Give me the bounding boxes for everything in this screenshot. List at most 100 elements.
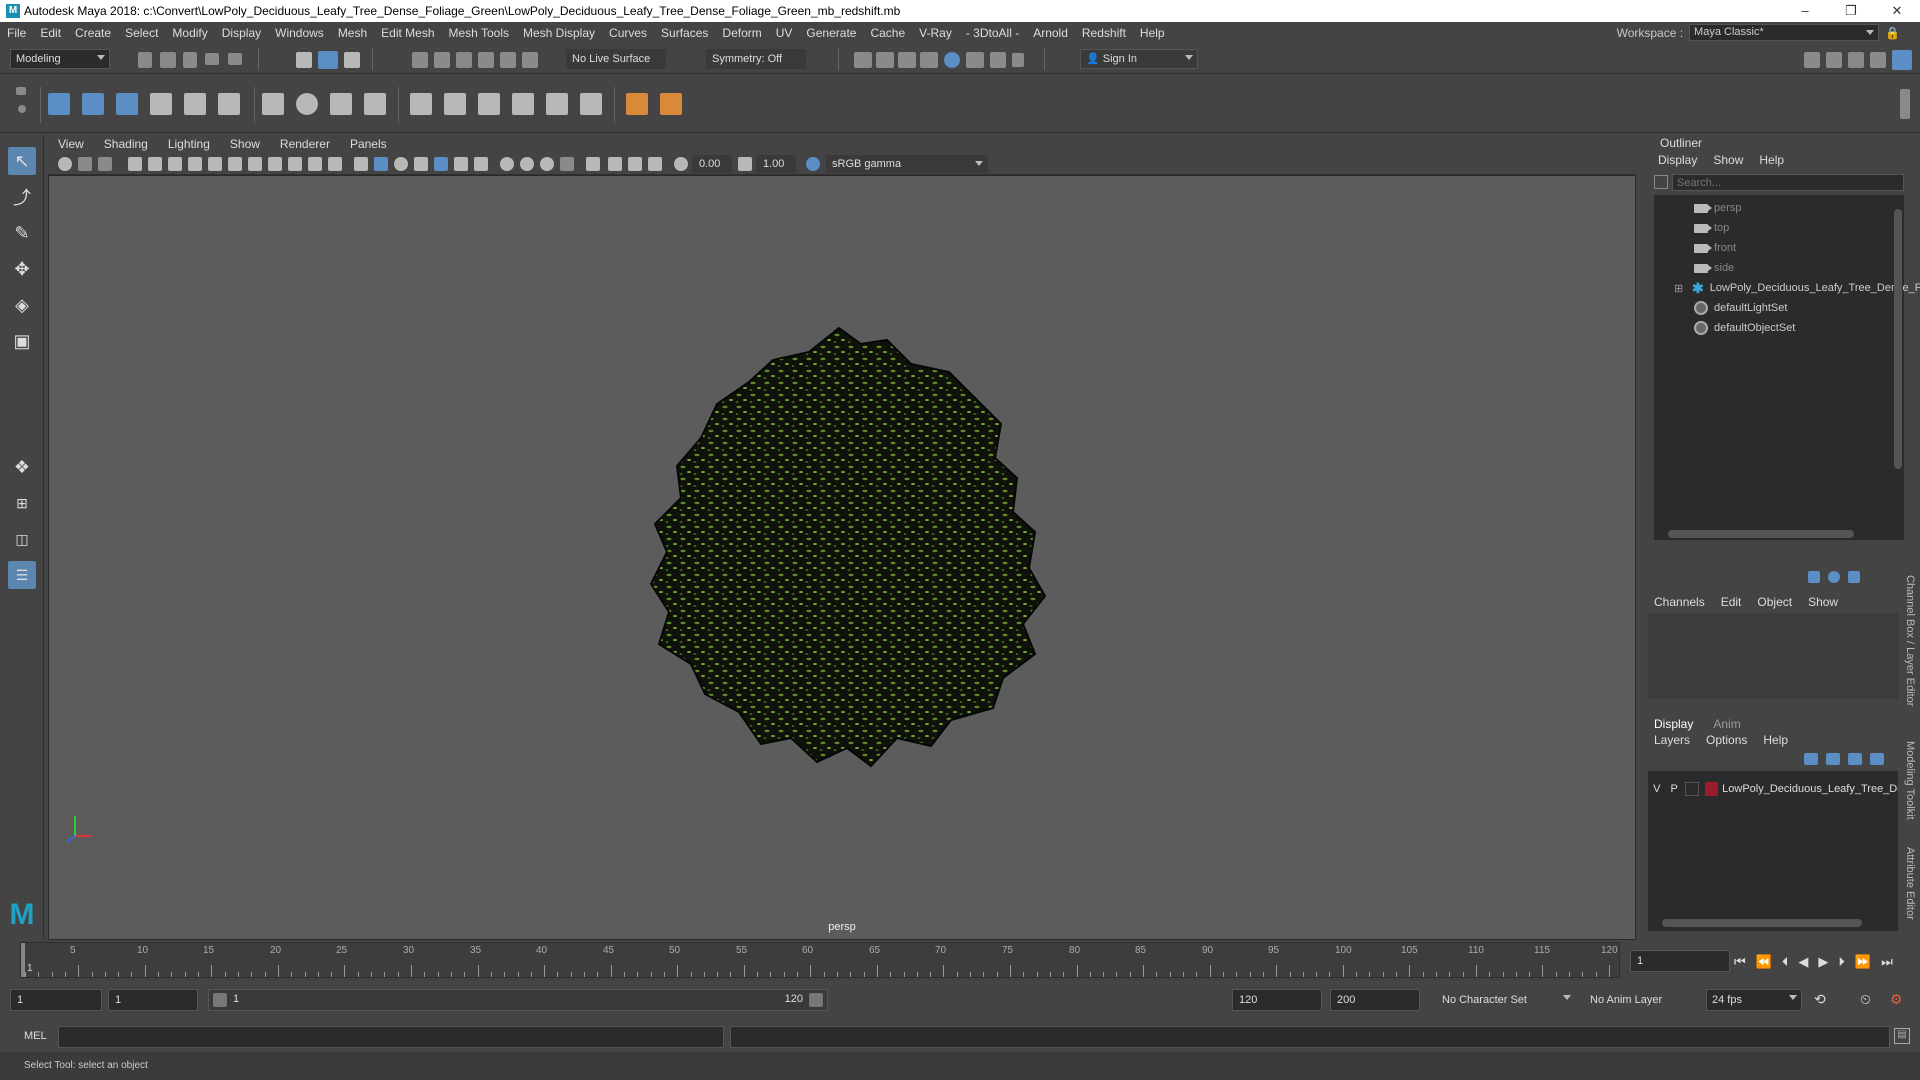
outliner-item-top[interactable]: top [1694,219,1729,237]
command-language-label[interactable]: MEL [24,1030,47,1042]
exposure-field[interactable]: 0.00 [692,155,732,173]
menu-select[interactable]: Select [118,26,165,40]
bookmarks-icon[interactable] [98,157,112,171]
render-frame-icon[interactable] [876,52,894,68]
loop-icon[interactable]: ⟲ [1814,991,1826,1008]
menu-edit-mesh[interactable]: Edit Mesh [374,26,441,40]
snap-surface-icon[interactable] [500,52,516,68]
step-forward-key-icon[interactable]: ⏩ [1855,954,1871,970]
move-layer-down-icon[interactable] [1826,753,1840,765]
paint-select-icon[interactable]: ✎ [8,219,36,247]
viewport-canvas[interactable]: persp [48,175,1636,940]
select-tool-icon[interactable]: ↖ [8,147,36,175]
curve-ep-icon[interactable] [116,93,138,115]
channel-box-sync-icon[interactable] [1848,571,1860,583]
menu-windows[interactable]: Windows [268,26,331,40]
script-editor-icon[interactable]: ▤ [1894,1028,1910,1044]
shelf-tabs-icon[interactable] [16,87,26,95]
layers-menu-options[interactable]: Options [1706,733,1747,747]
symmetry-dropdown[interactable]: Symmetry: Off [706,49,806,69]
outliner-search-input[interactable] [1672,174,1904,191]
viewport-menu-renderer[interactable]: Renderer [270,137,340,151]
layer-horizontal-scrollbar[interactable] [1662,919,1862,927]
menu-create[interactable]: Create [68,26,118,40]
channel-box-toggle-icon[interactable] [1892,50,1912,70]
gamma-field[interactable]: 1.00 [756,155,796,173]
menu-edit[interactable]: Edit [33,26,68,40]
bridge-icon[interactable] [478,93,500,115]
safe-action-icon[interactable] [308,157,322,171]
channelbox-menu-channels[interactable]: Channels [1654,595,1705,609]
light-editor-icon[interactable] [990,52,1006,68]
hypershade-icon[interactable] [944,52,960,68]
layout-outliner-persp-icon[interactable]: ☰ [8,561,36,589]
menu-redshift[interactable]: Redshift [1075,26,1133,40]
new-layer-selected-icon[interactable] [1870,753,1884,765]
ipr-render-icon[interactable] [898,52,916,68]
snap-grid-icon[interactable] [412,52,428,68]
use-all-lights-icon[interactable] [454,157,468,171]
fps-dropdown[interactable]: 24 fps [1706,989,1802,1011]
outliner-horizontal-scrollbar[interactable] [1668,530,1854,538]
tab-anim[interactable]: Anim [1713,717,1740,731]
smooth-bind-icon[interactable] [262,93,284,115]
command-input[interactable] [58,1026,724,1048]
menu-mesh-tools[interactable]: Mesh Tools [442,26,516,40]
tool-settings-icon[interactable] [1870,52,1886,68]
smooth-shade-icon[interactable] [374,157,388,171]
tree-model[interactable] [49,176,1637,941]
textured-icon[interactable] [434,157,448,171]
menu-uv[interactable]: UV [769,26,800,40]
depth-of-field-icon[interactable] [560,157,574,171]
xray-icon[interactable] [608,157,622,171]
step-back-frame-icon[interactable]: ⏴ [1782,954,1789,970]
outliner-item-default-light-set[interactable]: defaultLightSet [1694,299,1787,317]
range-end-handle[interactable] [809,993,823,1007]
insert-edge-loop-icon[interactable] [546,93,568,115]
wireframe-on-shaded-icon[interactable] [414,157,428,171]
character-set-dropdown[interactable]: No Character Set [1436,989,1576,1011]
layers-menu-help[interactable]: Help [1763,733,1788,747]
layout-four-view-icon[interactable]: ⊞ [8,489,36,517]
new-scene-icon[interactable] [138,52,152,68]
attribute-editor-side-tab[interactable]: Attribute Editor [1904,847,1916,920]
menu-display[interactable]: Display [215,26,268,40]
curve-cv-icon[interactable] [82,93,104,115]
rotate-tool-icon[interactable]: ◈ [8,291,36,319]
film-gate-icon[interactable] [228,157,242,171]
xray-active-icon[interactable] [628,157,642,171]
close-button[interactable]: ✕ [1874,0,1920,22]
bevel-icon[interactable] [444,93,466,115]
layer-type-toggle[interactable] [1684,782,1699,796]
undo-icon[interactable] [205,53,219,65]
viewport-menu-show[interactable]: Show [220,137,270,151]
menu-file[interactable]: File [0,26,33,40]
camera-attributes-icon[interactable] [78,157,92,171]
workspace-dropdown[interactable]: Maya Classic* [1689,24,1880,41]
shelf-scroll-icon[interactable] [1900,89,1910,119]
channel-box-key-icon[interactable] [1808,571,1820,583]
menu-deform[interactable]: Deform [715,26,768,40]
shelf-settings-icon[interactable] [18,105,26,113]
modeling-toolkit-icon[interactable] [1804,52,1820,68]
snap-pivot-icon[interactable] [522,52,538,68]
vray-proxy-icon[interactable] [660,93,682,115]
2d-pan-zoom-icon[interactable] [148,157,162,171]
resolution-gate-icon[interactable] [248,157,262,171]
auto-key-icon[interactable]: ⏲ [1860,991,1871,1008]
last-tool-icon[interactable]: ❖ [8,453,36,481]
menu-mesh[interactable]: Mesh [331,26,374,40]
layout-two-view-icon[interactable]: ◫ [8,525,36,553]
layer-playback-toggle[interactable]: P [1665,783,1682,795]
outliner-menu-display[interactable]: Display [1658,153,1697,167]
menu-curves[interactable]: Curves [602,26,654,40]
color-management-icon[interactable] [806,157,820,171]
ik-handle-icon[interactable] [218,93,240,115]
channelbox-menu-show[interactable]: Show [1808,595,1838,609]
menu-help[interactable]: Help [1133,26,1172,40]
outliner-item-default-object-set[interactable]: defaultObjectSet [1694,319,1795,337]
render-settings-icon[interactable] [920,52,938,68]
range-start-handle[interactable] [213,993,227,1007]
viewport-menu-view[interactable]: View [48,137,94,151]
time-ruler[interactable]: 5 10 15 20 25 30 35 40 45 50 55 60 65 70 75 80 85 90 95 100… [20,942,1620,978]
